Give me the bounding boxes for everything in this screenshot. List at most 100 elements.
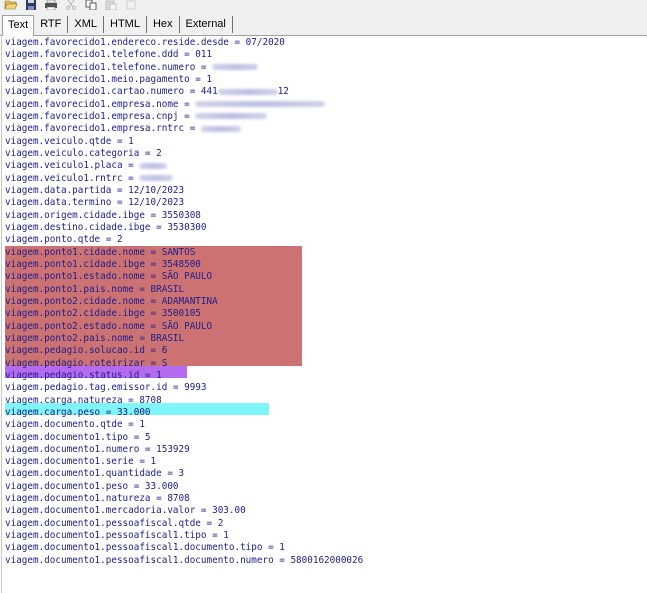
line-text: viagem.favorecido1.cartao.numero = 441 xyxy=(5,86,218,98)
line-text: viagem.veiculo.qtde = 1 xyxy=(5,135,134,147)
text-line: viagem.data.termino = 12/10/2023 xyxy=(2,197,646,209)
text-line: viagem.documento1.mercadoria.valor = 303… xyxy=(2,505,646,517)
text-line: viagem.ponto1.cidade.nome = SANTOS xyxy=(2,247,646,259)
line-text: viagem.veiculo1.rntrc = xyxy=(5,172,140,184)
line-text: viagem.documento1.quantidade = 3 xyxy=(5,468,185,480)
line-text: viagem.documento1.pessoafiscal.qtde = 2 xyxy=(5,517,224,529)
text-line: viagem.pedagio.status.id = 1 xyxy=(2,370,646,382)
text-line: viagem.favorecido1.empresa.cnpj = xyxy=(2,111,646,123)
text-line: viagem.ponto1.pais.nome = BRASIL xyxy=(2,284,646,296)
text-line: viagem.favorecido1.empresa.rntrc = xyxy=(2,123,646,135)
text-line: viagem.veiculo.qtde = 1 xyxy=(2,136,646,148)
line-text: viagem.ponto2.cidade.ibge = 3500105 xyxy=(5,308,201,320)
text-line: viagem.documento1.tipo = 5 xyxy=(2,432,646,444)
text-line: viagem.ponto2.pais.nome = BRASIL xyxy=(2,333,646,345)
save-icon[interactable] xyxy=(24,0,38,10)
line-text: viagem.favorecido1.telefone.numero = xyxy=(5,61,213,73)
line-text: viagem.ponto2.estado.nome = SÃO PAULO xyxy=(5,320,213,332)
line-text: viagem.pedagio.tag.emissor.id = 9993 xyxy=(5,382,207,394)
copy-icon[interactable] xyxy=(84,0,98,10)
text-line: viagem.veiculo1.rntrc = xyxy=(2,173,646,185)
tab-external[interactable]: External xyxy=(180,16,233,33)
line-text: viagem.ponto1.cidade.ibge = 3548500 xyxy=(5,258,201,270)
text-line: viagem.data.partida = 12/10/2023 xyxy=(2,185,646,197)
line-text: viagem.pedagio.roteirizar = S xyxy=(5,357,168,369)
redacted-value xyxy=(217,88,278,95)
text-line: viagem.documento1.peso = 33.000 xyxy=(2,481,646,493)
text-line: viagem.favorecido1.empresa.nome = xyxy=(2,99,646,111)
toolbar xyxy=(0,0,647,13)
text-line: viagem.documento1.pessoafiscal1.tipo = 1 xyxy=(2,530,646,542)
redacted-value xyxy=(212,64,259,71)
text-line: viagem.favorecido1.telefone.ddd = 011 xyxy=(2,49,646,61)
text-line: viagem.ponto2.cidade.nome = ADAMANTINA xyxy=(2,296,646,308)
tab-hex[interactable]: Hex xyxy=(147,16,180,33)
line-suffix: 12 xyxy=(277,86,289,98)
text-line: viagem.documento1.pessoafiscal1.document… xyxy=(2,555,646,567)
text-line: viagem.ponto2.estado.nome = SÃO PAULO xyxy=(2,321,646,333)
text-line: viagem.veiculo1.placa = xyxy=(2,160,646,172)
line-text: viagem.favorecido1.telefone.ddd = 011 xyxy=(5,49,213,61)
line-text: viagem.ponto2.cidade.nome = ADAMANTINA xyxy=(5,295,218,307)
line-text: viagem.documento.qtde = 1 xyxy=(5,419,145,431)
redacted-value xyxy=(195,101,326,108)
line-text: viagem.documento1.numero = 153929 xyxy=(5,443,190,455)
line-text: viagem.documento1.tipo = 5 xyxy=(5,431,151,443)
text-line: viagem.documento1.quantidade = 3 xyxy=(2,468,646,480)
clear-icon[interactable] xyxy=(124,0,138,10)
print-icon[interactable] xyxy=(44,0,58,10)
text-line: viagem.favorecido1.meio.pagamento = 1 xyxy=(2,74,646,86)
tab-html[interactable]: HTML xyxy=(104,16,147,33)
line-text: viagem.ponto2.pais.nome = BRASIL xyxy=(5,332,185,344)
line-text: viagem.ponto1.estado.nome = SÃO PAULO xyxy=(5,271,213,283)
tab-rtf[interactable]: RTF xyxy=(34,16,69,33)
open-folder-icon[interactable] xyxy=(4,0,18,10)
line-text: viagem.origem.cidade.ibge = 3550308 xyxy=(5,209,201,221)
text-line: viagem.favorecido1.cartao.numero = 441 12 xyxy=(2,86,646,98)
text-line: viagem.veiculo.categoria = 2 xyxy=(2,148,646,160)
line-text: viagem.documento1.serie = 1 xyxy=(5,456,157,468)
line-text: viagem.documento1.mercadoria.valor = 303… xyxy=(5,505,246,517)
line-text: viagem.pedagio.solucao.id = 6 xyxy=(5,345,168,357)
line-text: viagem.favorecido1.empresa.cnpj = xyxy=(5,110,196,122)
line-text: viagem.carga.peso = 33.000 xyxy=(5,406,151,418)
text-line: viagem.ponto1.estado.nome = SÃO PAULO xyxy=(2,271,646,283)
line-text: viagem.favorecido1.empresa.rntrc = xyxy=(5,123,201,135)
cut-icon[interactable] xyxy=(64,0,78,10)
line-text: viagem.documento1.peso = 33.000 xyxy=(5,480,179,492)
text-line: viagem.favorecido1.telefone.numero = xyxy=(2,62,646,74)
text-editor[interactable]: viagem.favorecido1.endereco.reside.desde… xyxy=(1,37,646,593)
text-line: viagem.ponto.qtde = 2 xyxy=(2,234,646,246)
text-line: viagem.documento.qtde = 1 xyxy=(2,419,646,431)
tab-xml[interactable]: XML xyxy=(68,16,104,33)
text-line: viagem.ponto2.cidade.ibge = 3500105 xyxy=(2,308,646,320)
line-text: viagem.data.termino = 12/10/2023 xyxy=(5,197,185,209)
view-tabs: Text RTF XML HTML Hex External xyxy=(0,13,647,36)
line-text: viagem.veiculo.categoria = 2 xyxy=(5,147,162,159)
line-text: viagem.ponto1.cidade.nome = SANTOS xyxy=(5,246,196,258)
line-text: viagem.favorecido1.endereco.reside.desde… xyxy=(5,37,285,48)
text-line: viagem.documento1.pessoafiscal1.document… xyxy=(2,542,646,554)
text-line: viagem.pedagio.roteirizar = S xyxy=(2,358,646,370)
redacted-value xyxy=(195,113,268,120)
paste-icon[interactable] xyxy=(104,0,118,10)
line-text: viagem.carga.natureza = 8708 xyxy=(5,394,162,406)
text-line: viagem.carga.natureza = 8708 xyxy=(2,395,646,407)
line-text: viagem.documento1.pessoafiscal1.document… xyxy=(5,542,285,554)
line-text: viagem.destino.cidade.ibge = 3530300 xyxy=(5,221,207,233)
tab-text[interactable]: Text xyxy=(2,15,35,36)
line-text: viagem.ponto1.pais.nome = BRASIL xyxy=(5,283,185,295)
line-text: viagem.favorecido1.empresa.nome = xyxy=(5,98,196,110)
line-text: viagem.documento1.natureza = 8708 xyxy=(5,493,190,505)
text-line: viagem.favorecido1.endereco.reside.desde… xyxy=(2,37,646,49)
redacted-value xyxy=(139,175,174,182)
text-line: viagem.documento1.numero = 153929 xyxy=(2,444,646,456)
redacted-value xyxy=(139,162,168,169)
text-line: viagem.documento1.natureza = 8708 xyxy=(2,493,646,505)
line-text: viagem.documento1.pessoafiscal1.tipo = 1 xyxy=(5,530,229,542)
text-line: viagem.carga.peso = 33.000 xyxy=(2,407,646,419)
text-line: viagem.origem.cidade.ibge = 3550308 xyxy=(2,210,646,222)
redacted-value xyxy=(200,125,241,132)
text-line: viagem.documento1.serie = 1 xyxy=(2,456,646,468)
text-line: viagem.documento1.pessoafiscal.qtde = 2 xyxy=(2,518,646,530)
